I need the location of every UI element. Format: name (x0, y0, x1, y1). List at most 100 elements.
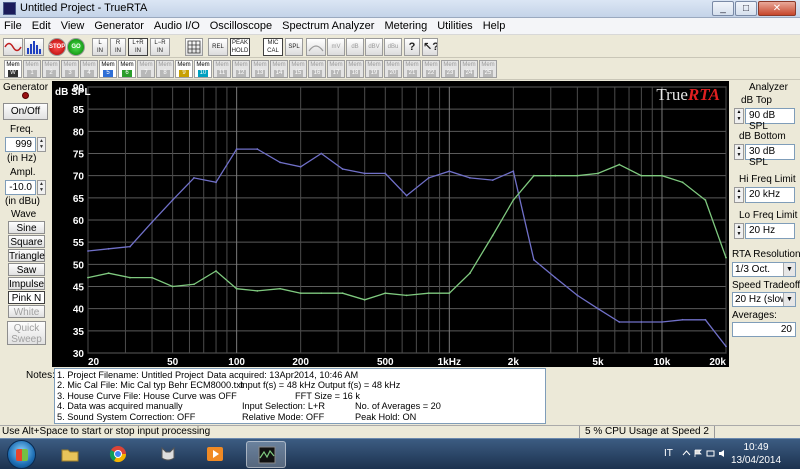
ampl-input[interactable]: -10.0 (5, 180, 36, 195)
hi-freq-spinner[interactable]: ▲ ▼ (734, 187, 744, 203)
chevron-up-icon[interactable] (682, 449, 691, 458)
memory-button-20[interactable]: Mem 20 (384, 60, 402, 78)
generator-on-off-button[interactable]: On/Off (3, 103, 48, 120)
memory-button-18[interactable]: Mem 18 (346, 60, 364, 78)
menu-edit[interactable]: Edit (28, 18, 57, 34)
memory-button-7[interactable]: Mem 7 (137, 60, 155, 78)
menu-generator[interactable]: Generator (90, 18, 150, 34)
hi-freq-input[interactable]: 20 kHz (745, 187, 795, 203)
wave-white-noise-button[interactable]: White N (8, 305, 45, 331)
r-in-button[interactable]: R IN (110, 38, 126, 56)
memory-button-23[interactable]: Mem 23 (441, 60, 459, 78)
memory-button-6[interactable]: Mem 6 (118, 60, 136, 78)
mic-cal-button[interactable]: MIC CAL (263, 38, 283, 56)
dbv-button[interactable]: dBV (365, 38, 383, 56)
lr-diff-in-button[interactable]: L−R IN (150, 38, 170, 56)
lo-freq-spinner[interactable]: ▲ ▼ (734, 223, 744, 239)
taskbar-explorer[interactable] (50, 441, 90, 468)
rta-bars-icon[interactable] (24, 38, 44, 56)
memory-button-5[interactable]: Mem 5 (99, 60, 117, 78)
notes-box[interactable]: 1. Project Filename: Untitled Project Dat… (54, 368, 546, 424)
rel-button[interactable]: REL (208, 38, 228, 56)
db-button[interactable]: dB (346, 38, 364, 56)
memory-button-1[interactable]: Mem 1 (23, 60, 41, 78)
speed-select[interactable]: 20 Hz (slow) ▼ (732, 292, 796, 307)
stop-icon[interactable]: STOP (48, 38, 66, 56)
go-icon[interactable]: GO (67, 38, 85, 56)
l-in-button[interactable]: L IN (92, 38, 108, 56)
menu-spectrum-analyzer[interactable]: Spectrum Analyzer (278, 18, 380, 34)
clock-time[interactable]: 10:49 (726, 442, 786, 453)
menu-audio-io[interactable]: Audio I/O (150, 18, 206, 34)
memory-button-3[interactable]: Mem 3 (61, 60, 79, 78)
resolution-select[interactable]: 1/3 Oct. ▼ (732, 262, 796, 277)
memory-button-24[interactable]: Mem 24 (460, 60, 478, 78)
memory-button-11[interactable]: Mem 11 (213, 60, 231, 78)
menu-help[interactable]: Help (479, 18, 512, 34)
quick-sweep-button[interactable]: Quick Sweep (7, 321, 46, 345)
clock-date[interactable]: 13/04/2014 (726, 455, 786, 466)
menu-metering[interactable]: Metering (380, 18, 433, 34)
memory-button-2[interactable]: Mem 2 (42, 60, 60, 78)
close-button[interactable]: ✕ (758, 1, 796, 16)
memory-button-9[interactable]: Mem 9 (175, 60, 193, 78)
series-1-point (215, 181, 217, 184)
memory-button-w[interactable]: Mem W (4, 60, 22, 78)
house-curve-icon[interactable] (306, 38, 326, 56)
mv-button[interactable]: mV (327, 38, 345, 56)
memory-button-15[interactable]: Mem 15 (289, 60, 307, 78)
freq-input[interactable]: 999 (5, 137, 36, 152)
ampl-spinner[interactable]: ▲ ▼ (37, 180, 46, 195)
sine-wave-icon[interactable] (3, 38, 23, 56)
memory-button-12[interactable]: Mem 12 (232, 60, 250, 78)
taskbar-truerta[interactable] (246, 441, 286, 468)
lr-sum-in-button[interactable]: L+R IN (128, 38, 148, 56)
memory-button-21[interactable]: Mem 21 (403, 60, 421, 78)
menu-oscilloscope[interactable]: Oscilloscope (206, 18, 278, 34)
memory-button-14[interactable]: Mem 14 (270, 60, 288, 78)
menu-file[interactable]: File (0, 18, 28, 34)
wave-pink-noise-button[interactable]: Pink N (8, 291, 45, 304)
dbu-button[interactable]: dBu (384, 38, 402, 56)
language-indicator[interactable]: IT (664, 448, 673, 459)
spectrum-plot[interactable]: 30 35 40 45 50 55 60 65 70 75 80 85 90 20 50 100 200 500 1… (52, 81, 729, 367)
memory-button-25[interactable]: Mem 25 (479, 60, 497, 78)
memory-number: 15 (293, 70, 303, 77)
start-button[interactable] (7, 440, 36, 469)
wave-sine-button[interactable]: Sine (8, 221, 45, 234)
memory-button-8[interactable]: Mem 8 (156, 60, 174, 78)
memory-button-13[interactable]: Mem 13 (251, 60, 269, 78)
db-bottom-spinner[interactable]: ▲ ▼ (734, 144, 744, 160)
menu-view[interactable]: View (57, 18, 91, 34)
minimize-button[interactable]: _ (712, 1, 734, 16)
memory-button-10[interactable]: Mem 10 (194, 60, 212, 78)
flag-icon[interactable] (694, 449, 703, 458)
wave-triangle-button[interactable]: Triangle (8, 249, 45, 262)
wave-square-button[interactable]: Square (8, 235, 45, 248)
x-tick-label: 20 (88, 357, 100, 367)
peak-hold-button[interactable]: PEAK HOLD (230, 38, 250, 56)
help-icon[interactable]: ? (404, 38, 420, 56)
maximize-button[interactable]: □ (735, 1, 757, 16)
network-icon[interactable] (706, 449, 715, 458)
wave-impulse-button[interactable]: Impulse (8, 277, 45, 290)
db-top-input[interactable]: 90 dB SPL (745, 108, 795, 132)
memory-button-22[interactable]: Mem 22 (422, 60, 440, 78)
memory-button-17[interactable]: Mem 17 (327, 60, 345, 78)
memory-button-16[interactable]: Mem 16 (308, 60, 326, 78)
freq-spinner[interactable]: ▲ ▼ (37, 137, 46, 152)
grid-icon[interactable] (185, 38, 203, 56)
spl-button[interactable]: SPL (285, 38, 303, 56)
menu-utilities[interactable]: Utilities (433, 18, 478, 34)
memory-button-19[interactable]: Mem 19 (365, 60, 383, 78)
context-help-icon[interactable]: ↖? (422, 38, 438, 56)
memory-button-4[interactable]: Mem 4 (80, 60, 98, 78)
taskbar-media-player[interactable] (195, 441, 235, 468)
lo-freq-input[interactable]: 20 Hz (745, 223, 795, 239)
wave-saw-button[interactable]: Saw (8, 263, 45, 276)
taskbar-chrome[interactable] (98, 441, 138, 468)
db-top-spinner[interactable]: ▲ ▼ (734, 108, 744, 124)
db-bottom-input[interactable]: 30 dB SPL (745, 144, 795, 168)
taskbar-vlc-app[interactable] (148, 441, 188, 468)
averages-input[interactable]: 20 (732, 322, 796, 337)
